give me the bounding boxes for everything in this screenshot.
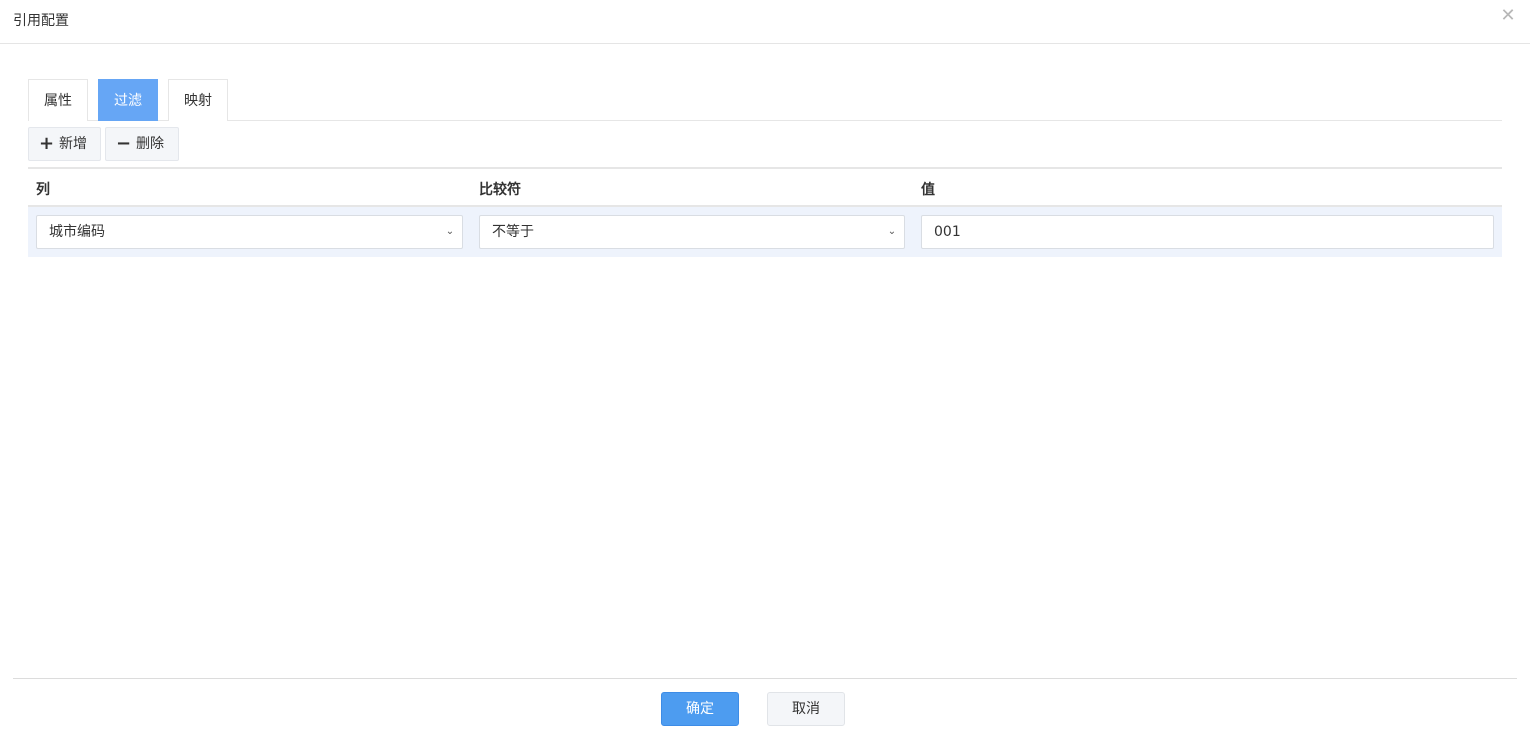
cancel-button[interactable]: 取消: [767, 692, 845, 726]
column-select[interactable]: 城市编码 ⌄: [36, 215, 463, 249]
delete-button-label: 删除: [136, 136, 164, 152]
header-column: 列: [36, 182, 50, 198]
header-value: 值: [921, 182, 935, 198]
value-input[interactable]: 001: [921, 215, 1494, 249]
header-operator: 比较符: [479, 182, 521, 198]
add-button[interactable]: + 新增: [28, 127, 101, 161]
confirm-button[interactable]: 确定: [661, 692, 739, 726]
dialog-title: 引用配置: [13, 13, 69, 29]
chevron-down-icon: ⌄: [887, 226, 897, 237]
table-row[interactable]: 城市编码 ⌄ 不等于 ⌄ 001: [28, 207, 1502, 257]
tab-mapping[interactable]: 映射: [168, 79, 228, 121]
delete-button[interactable]: − 删除: [105, 127, 179, 161]
operator-select[interactable]: 不等于 ⌄: [479, 215, 905, 249]
add-button-label: 新增: [59, 136, 87, 152]
grid-header: 列 比较符 值: [28, 169, 1502, 207]
tab-filter[interactable]: 过滤: [98, 79, 158, 121]
footer-divider: [13, 678, 1517, 679]
reference-config-dialog: 引用配置 ✕ 属性 过滤 映射 + 新增 − 删除 列 比较符 值 城市编码 ⌄ 不…: [0, 0, 1530, 740]
close-icon[interactable]: ✕: [1500, 7, 1516, 25]
chevron-down-icon: ⌄: [445, 226, 455, 237]
tab-bar: 属性 过滤 映射: [28, 79, 1502, 121]
plus-icon: +: [39, 133, 55, 154]
dialog-header: 引用配置 ✕: [0, 0, 1530, 44]
tab-properties[interactable]: 属性: [28, 79, 88, 121]
minus-icon: −: [116, 133, 132, 154]
column-select-value: 城市编码: [49, 224, 105, 240]
value-input-text: 001: [934, 224, 961, 240]
operator-select-value: 不等于: [492, 224, 534, 240]
filter-grid: 列 比较符 值 城市编码 ⌄ 不等于 ⌄ 001: [28, 167, 1502, 257]
